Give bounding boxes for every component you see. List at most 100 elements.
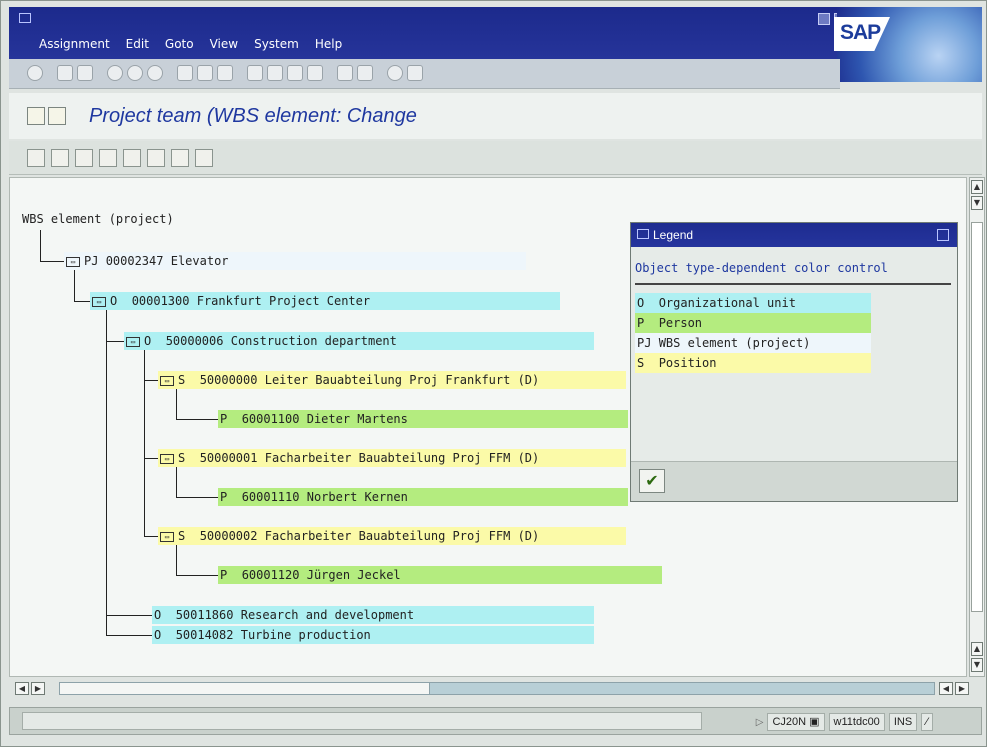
application-toolbar xyxy=(9,141,982,175)
layout-menu-icon[interactable] xyxy=(407,65,423,81)
menu-goto[interactable]: Goto xyxy=(165,37,194,51)
tree-connector xyxy=(144,350,145,536)
find-icon[interactable] xyxy=(197,65,213,81)
horizontal-scroll-track[interactable] xyxy=(59,682,935,695)
refresh-icon[interactable] xyxy=(123,149,141,167)
delete-assignment-icon[interactable] xyxy=(75,149,93,167)
display-icon[interactable] xyxy=(99,149,117,167)
team-icon[interactable] xyxy=(27,107,45,125)
system-menu-icon[interactable] xyxy=(19,13,31,23)
horizontal-scrollbar[interactable]: ◀ ▶ ◀ ▶ xyxy=(15,681,973,697)
status-message-area xyxy=(22,712,702,730)
structure-icon[interactable] xyxy=(51,149,69,167)
tree-connector xyxy=(74,301,90,302)
tree-node-wbs[interactable]: ▭ PJ 00002347 Elevator xyxy=(64,252,526,270)
tree-connector xyxy=(106,635,152,636)
tree-connector xyxy=(40,230,41,261)
last-page-icon[interactable] xyxy=(307,65,323,81)
create-session-icon[interactable] xyxy=(337,65,353,81)
legend-list: O Organizational unit P Person PJ WBS el… xyxy=(635,293,957,373)
back-icon[interactable] xyxy=(107,65,123,81)
tree-node-person[interactable]: P 60001120 Jürgen Jeckel xyxy=(218,566,662,584)
shortcut-icon[interactable] xyxy=(357,65,373,81)
print-icon[interactable] xyxy=(177,65,193,81)
help-icon[interactable] xyxy=(387,65,403,81)
menu-view[interactable]: View xyxy=(210,37,238,51)
legend-dialog: Legend Object type-dependent color contr… xyxy=(630,222,958,502)
status-mode: INS xyxy=(888,713,918,731)
vertical-scroll-thumb[interactable] xyxy=(971,222,983,612)
folder-icon[interactable]: ▭ xyxy=(160,453,174,464)
scroll-down-small-icon[interactable]: ▼ xyxy=(971,196,983,210)
screen-title-bar: Project team (WBS element: Change xyxy=(9,93,982,139)
close-icon[interactable] xyxy=(937,229,949,241)
horizontal-scroll-thumb[interactable] xyxy=(60,683,430,694)
page-title: Project team (WBS element: Change xyxy=(89,105,417,127)
title-menu-bar: Assignment Edit Goto View System Help SA… xyxy=(9,7,982,82)
folder-icon[interactable]: ▭ xyxy=(126,336,140,347)
status-transaction: CJ20N ▣ xyxy=(767,713,825,731)
legend-divider xyxy=(635,283,951,285)
tree-node-person[interactable]: P 60001110 Norbert Kernen xyxy=(218,488,628,506)
find-next-icon[interactable] xyxy=(217,65,233,81)
tree-node-org[interactable]: O 50014082 Turbine production xyxy=(152,626,594,644)
scroll-page-left-icon[interactable]: ◀ xyxy=(939,682,953,695)
vertical-scrollbar[interactable]: ▲ ▼ ▲ ▼ xyxy=(969,177,985,677)
legend-item-person: P Person xyxy=(635,313,871,333)
scroll-page-right-icon[interactable]: ▶ xyxy=(955,682,969,695)
legend-item-position: S Position xyxy=(635,353,871,373)
tree-connector xyxy=(106,615,152,616)
status-server: w11tdc00 xyxy=(828,713,885,731)
tree-node-org[interactable]: O 50011860 Research and development xyxy=(152,606,594,624)
exit-icon[interactable] xyxy=(127,65,143,81)
next-page-icon[interactable] xyxy=(287,65,303,81)
dialog-menu-icon[interactable] xyxy=(637,229,649,239)
folder-icon[interactable]: ▭ xyxy=(66,256,80,267)
menu-help[interactable]: Help xyxy=(315,37,342,51)
save-icon[interactable] xyxy=(77,65,93,81)
folder-icon[interactable]: ▭ xyxy=(160,531,174,542)
status-toggle-icon[interactable]: ▷ xyxy=(756,717,764,728)
document-icon[interactable] xyxy=(48,107,66,125)
legend-icon[interactable] xyxy=(195,149,213,167)
tree-node-position[interactable]: ▭ S 50000002 Facharbeiter Bauabteilung Pr… xyxy=(158,527,626,545)
folder-icon[interactable]: ▭ xyxy=(160,375,174,386)
sap-window: Assignment Edit Goto View System Help SA… xyxy=(0,0,987,747)
legend-title: Legend xyxy=(653,228,694,242)
tree-connector xyxy=(144,536,158,537)
command-field-arrow-icon[interactable] xyxy=(57,65,73,81)
tree-node-position[interactable]: ▭ S 50000000 Leiter Bauabteilung Proj Fra… xyxy=(158,371,626,389)
scroll-up-icon[interactable]: ▲ xyxy=(971,180,983,194)
scroll-page-down-icon[interactable]: ▼ xyxy=(971,658,983,672)
minimize-icon[interactable] xyxy=(818,13,830,25)
collapse-icon[interactable] xyxy=(171,149,189,167)
sap-logo-area: SAP xyxy=(834,7,982,82)
tree-connector xyxy=(176,389,177,419)
sap-logo: SAP xyxy=(834,17,890,51)
menu-system[interactable]: System xyxy=(254,37,299,51)
expand-icon[interactable] xyxy=(147,149,165,167)
tree-root-label: WBS element (project) xyxy=(22,212,174,226)
scroll-right-small-icon[interactable]: ▶ xyxy=(31,682,45,695)
legend-footer: ✔ xyxy=(631,461,957,501)
previous-page-icon[interactable] xyxy=(267,65,283,81)
scroll-page-up-icon[interactable]: ▲ xyxy=(971,642,983,656)
enter-icon[interactable] xyxy=(27,65,43,81)
tree-node-org[interactable]: ▭ O 00001300 Frankfurt Project Center xyxy=(90,292,560,310)
assign-icon[interactable] xyxy=(27,149,45,167)
tree-node-org[interactable]: ▭ O 50000006 Construction department xyxy=(124,332,594,350)
tree-work-area: WBS element (project) ▭ PJ 00002347 Eleva… xyxy=(9,177,967,677)
scroll-left-icon[interactable]: ◀ xyxy=(15,682,29,695)
tree-connector xyxy=(106,310,107,636)
tree-node-position[interactable]: ▭ S 50000001 Facharbeiter Bauabteilung Pr… xyxy=(158,449,626,467)
menu-bar: Assignment Edit Goto View System Help xyxy=(39,37,342,51)
lock-icon: ⁄ xyxy=(921,713,933,731)
menu-edit[interactable]: Edit xyxy=(126,37,149,51)
tree-node-person[interactable]: P 60001100 Dieter Martens xyxy=(218,410,628,428)
first-page-icon[interactable] xyxy=(247,65,263,81)
folder-icon[interactable]: ▭ xyxy=(92,296,106,307)
legend-item-wbs: PJ WBS element (project) xyxy=(635,333,871,353)
menu-assignment[interactable]: Assignment xyxy=(39,37,110,51)
cancel-icon[interactable] xyxy=(147,65,163,81)
confirm-checkmark-icon[interactable]: ✔ xyxy=(639,469,665,493)
